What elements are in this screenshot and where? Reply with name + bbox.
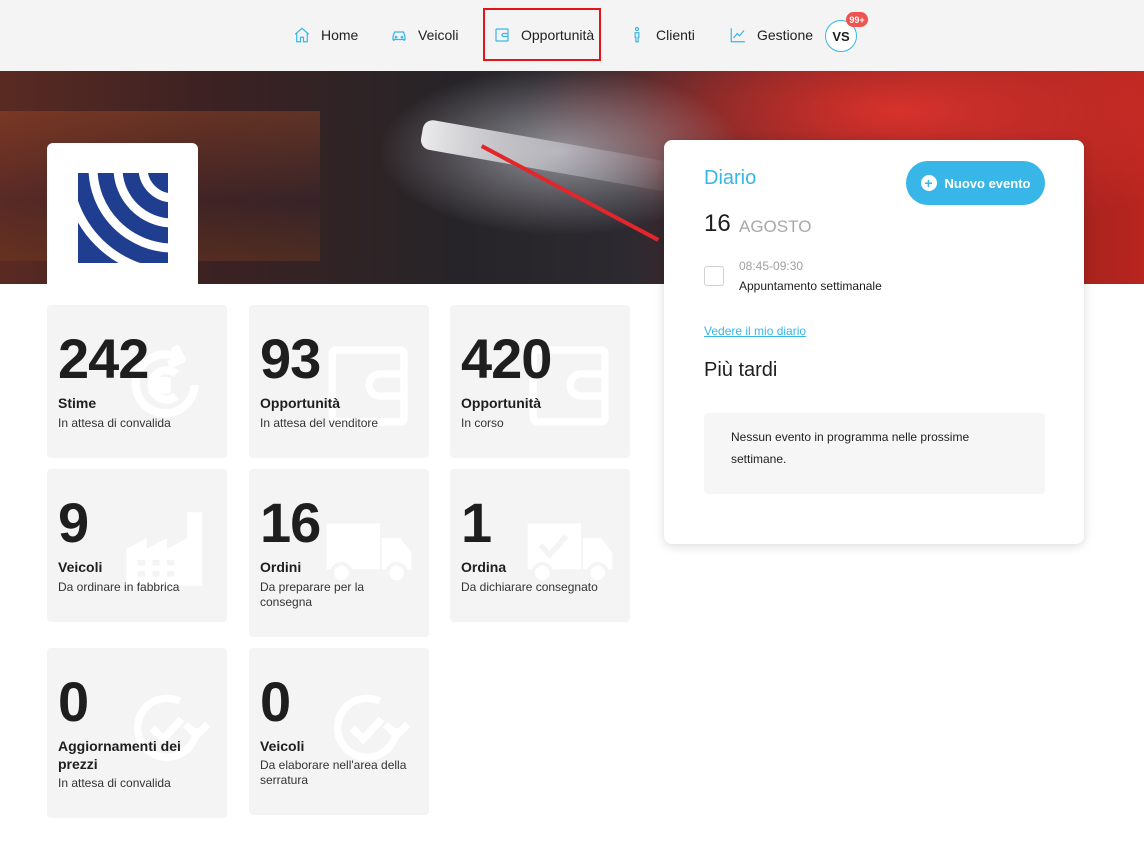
stat-card-veicoli-fabbrica[interactable]: 9 Veicoli Da ordinare in fabbrica [47,469,227,622]
nav-item-gestione[interactable]: Gestione [729,22,813,48]
stat-number: 0 [58,670,89,733]
stat-number: 242 [58,327,149,390]
stat-title: Veicoli [260,738,305,754]
diary-date-day: 16 [704,210,731,237]
stat-title: Opportunità [461,395,542,411]
stat-card-ordina[interactable]: 1 Ordina Da dichiarare consegnato [450,469,630,622]
stat-card-veicoli-serratura[interactable]: 0 Veicoli Da elaborare nell'area della s… [249,648,429,815]
diary-panel: Diario + Nuovo evento 16 AGOSTO 08:45-09… [664,140,1084,544]
stat-subtitle: In attesa di convalida [58,416,171,430]
event-name[interactable]: Appuntamento settimanale [739,279,882,293]
stat-subtitle: Da ordinare in fabbrica [58,580,180,594]
top-navigation: Home Veicoli Opportunità Clienti Gestion… [0,0,1144,71]
stat-number: 0 [260,670,291,733]
stat-subtitle: Da elaborare nell'area della serratura [260,758,407,787]
stat-title: Ordini [260,559,302,575]
car-icon [392,31,406,41]
stat-card-stime[interactable]: 242 Stime In attesa di convalida [47,305,227,458]
notification-badge[interactable]: 99+ [846,12,868,27]
diary-title: Diario [704,167,757,189]
stat-number: 9 [58,491,89,554]
stat-title: Ordina [461,559,507,575]
nav-item-label: Opportunità [521,27,595,43]
diary-date-month: AGOSTO [739,217,812,236]
nav-item-label: Home [321,27,359,43]
avatar-initials: VS [832,28,850,44]
person-icon [634,26,640,43]
stat-card-opportunita-corso[interactable]: 420 Opportunità In corso [450,305,630,458]
stat-subtitle: Da preparare per la consegna [260,580,365,609]
later-heading: Più tardi [704,359,778,381]
stat-card-ordini[interactable]: 16 Ordini Da preparare per la consegna [249,469,429,637]
plus-circle-icon: + [920,175,937,191]
new-event-label: Nuovo evento [944,175,1031,191]
stat-title: Veicoli [58,559,103,575]
stat-subtitle: In attesa di convalida [58,776,171,790]
nav-item-veicoli[interactable]: Veicoli [390,22,458,48]
stat-subtitle: Da dichiarare consegnato [461,580,598,594]
stat-number: 420 [461,327,552,390]
stat-title: Stime [58,395,97,411]
event-time: 08:45-09:30 [739,259,804,273]
stat-card-opportunita-venditore[interactable]: 93 Opportunità In attesa del venditore [249,305,429,458]
notification-count: 99+ [849,14,865,25]
brand-logo [77,173,168,263]
brand-logo-card [47,143,198,293]
no-events-message: Nessun evento in programma nelle prossim… [731,430,970,466]
chart-line-icon [730,28,745,43]
nav-item-label: Veicoli [418,27,459,43]
stat-number: 93 [260,327,321,390]
new-event-button[interactable]: + Nuovo evento [906,161,1045,205]
stat-number: 1 [461,491,492,554]
nav-item-label: Clienti [656,27,695,43]
stat-subtitle: In corso [461,416,504,430]
no-events-box: Nessun evento in programma nelle prossim… [704,413,1045,494]
stat-title: Aggiornamenti dei prezzi [58,738,181,772]
nav-item-clienti[interactable]: Clienti [628,22,695,48]
stat-number: 16 [260,491,321,554]
home-icon [294,27,310,43]
nav-item-opportunita[interactable]: Opportunità [493,22,594,48]
view-diary-link[interactable]: Vedere il mio diario [704,324,806,338]
wallet-icon [495,28,509,42]
event-checkbox[interactable] [704,266,724,286]
nav-item-label: Gestione [757,27,814,43]
stat-card-aggiornamenti-prezzi[interactable]: 0 Aggiornamenti dei prezzi In attesa di … [47,648,227,818]
nav-item-home[interactable]: Home [293,22,358,48]
stat-subtitle: In attesa del venditore [260,416,379,430]
stat-title: Opportunità [260,395,341,411]
